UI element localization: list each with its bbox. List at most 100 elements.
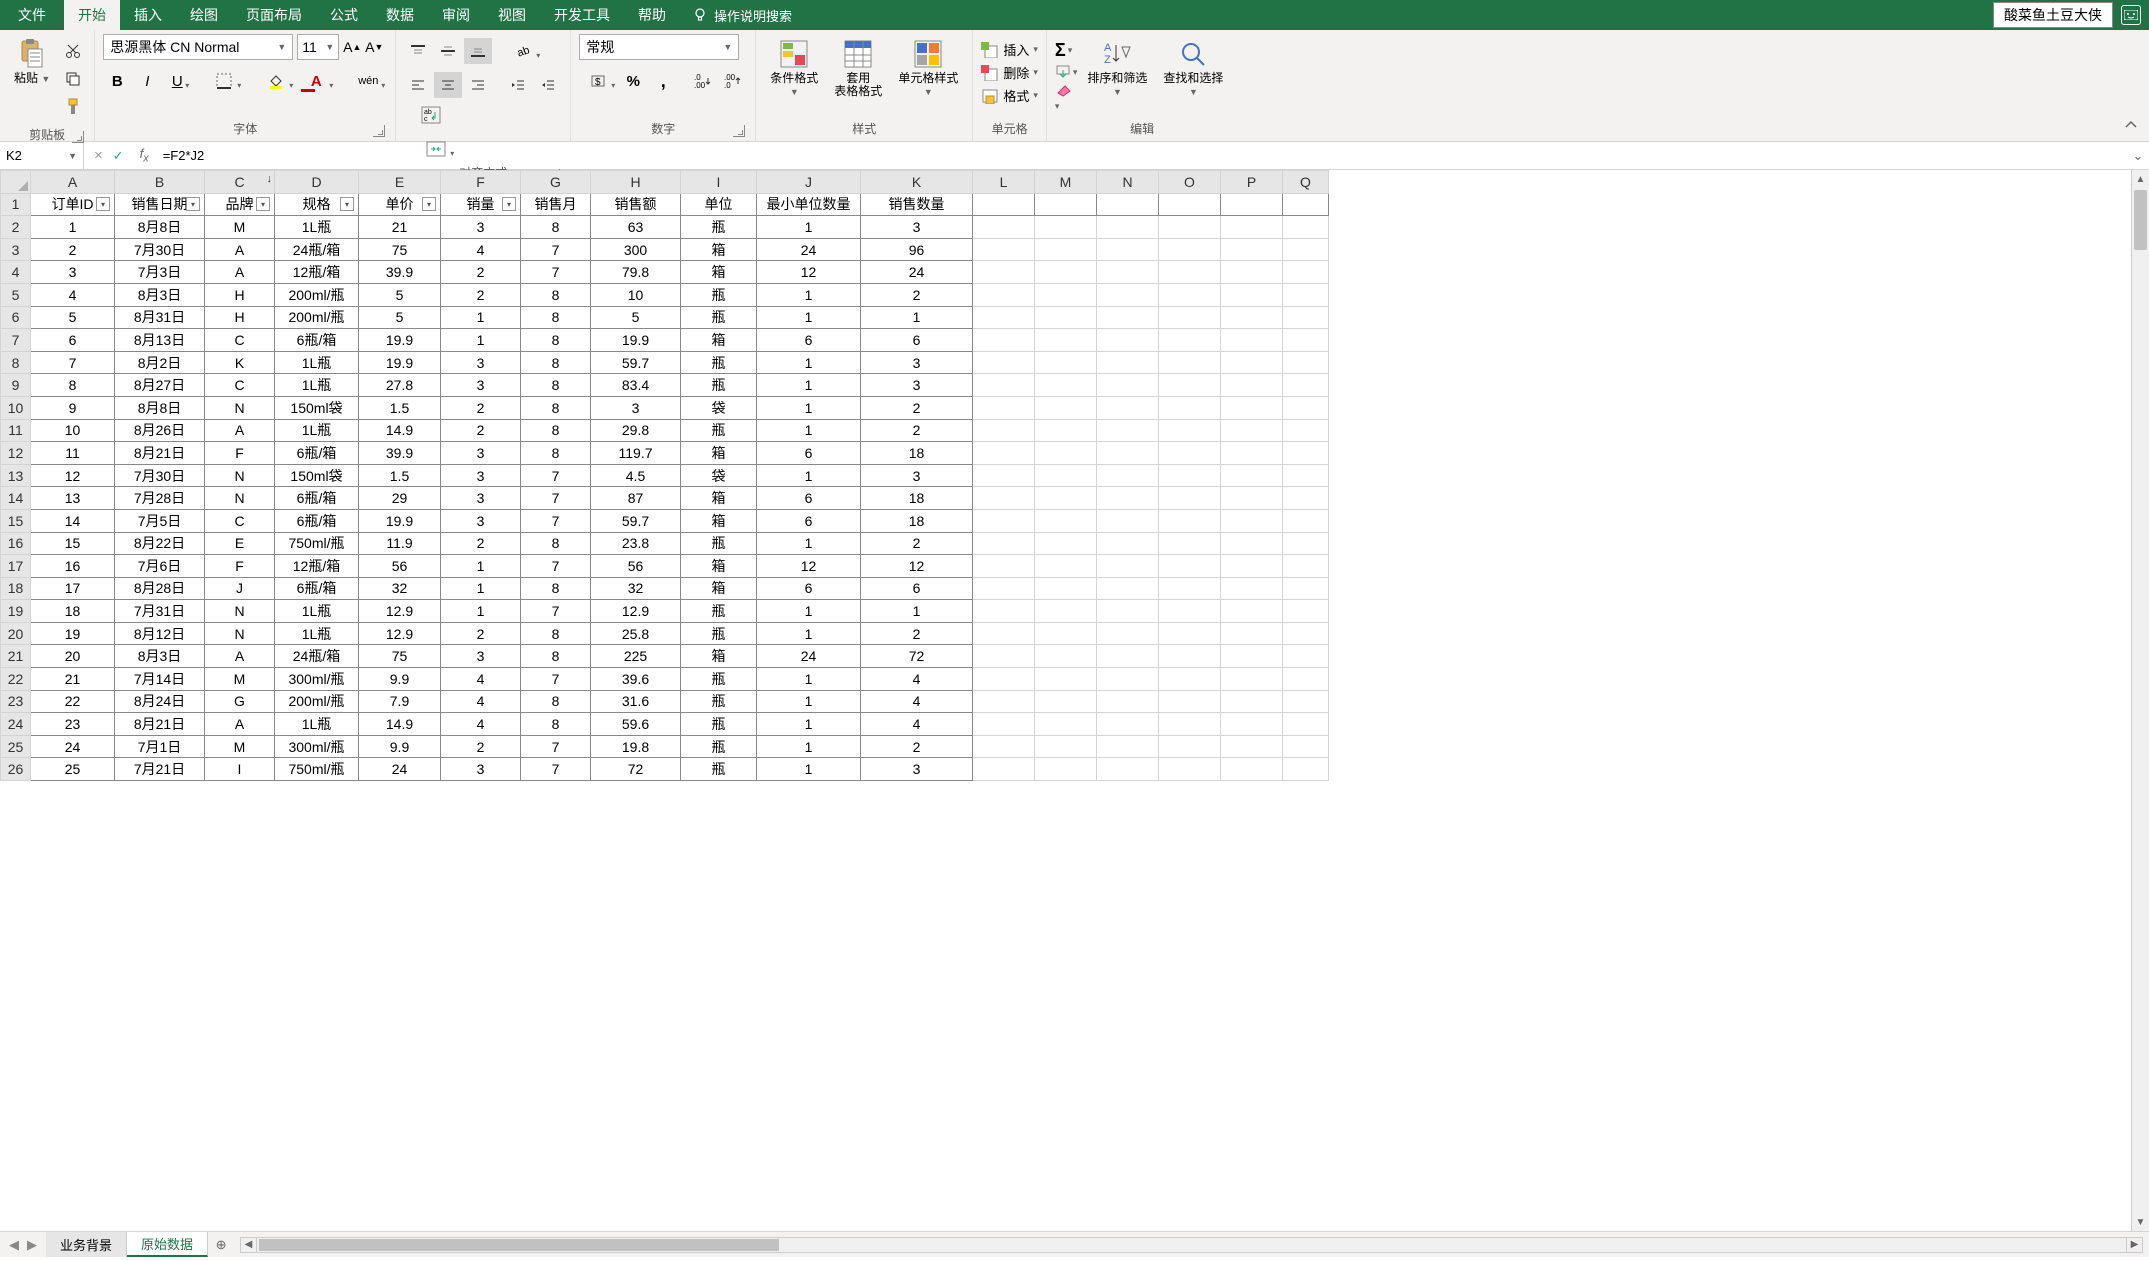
- cell[interactable]: 箱: [681, 509, 757, 532]
- cell[interactable]: 200ml/瓶: [275, 283, 359, 306]
- cell[interactable]: 4: [861, 690, 973, 713]
- cell[interactable]: 12.9: [359, 600, 441, 623]
- cell[interactable]: [1283, 329, 1329, 352]
- cell[interactable]: 16: [31, 555, 115, 578]
- cell[interactable]: 6: [757, 577, 861, 600]
- delete-cells-button[interactable]: 删除 ▾: [981, 63, 1038, 82]
- cell[interactable]: M: [205, 668, 275, 691]
- font-color-button[interactable]: A▾: [297, 68, 335, 94]
- cell[interactable]: [1221, 735, 1283, 758]
- cell[interactable]: 7月1日: [115, 735, 205, 758]
- sort-filter-button[interactable]: AZ 排序和筛选▼: [1081, 34, 1153, 102]
- cell[interactable]: [1159, 645, 1221, 668]
- cell[interactable]: 24: [861, 261, 973, 284]
- cell[interactable]: 750ml/瓶: [275, 532, 359, 555]
- row-header-19[interactable]: 19: [1, 600, 31, 623]
- cell[interactable]: [1221, 261, 1283, 284]
- cell[interactable]: 7: [521, 464, 591, 487]
- cell[interactable]: 7: [31, 351, 115, 374]
- cell[interactable]: [1097, 238, 1159, 261]
- cell[interactable]: 瓶: [681, 668, 757, 691]
- cell[interactable]: [1035, 419, 1097, 442]
- cell[interactable]: 19.9: [359, 509, 441, 532]
- row-header-6[interactable]: 6: [1, 306, 31, 329]
- cell[interactable]: [1097, 283, 1159, 306]
- cell[interactable]: [1159, 283, 1221, 306]
- cell[interactable]: 3: [441, 464, 521, 487]
- cell[interactable]: [1221, 690, 1283, 713]
- cell[interactable]: 7月28日: [115, 487, 205, 510]
- header-cell[interactable]: 最小单位数量: [757, 193, 861, 216]
- cell[interactable]: 8: [521, 690, 591, 713]
- col-header-E[interactable]: E: [359, 171, 441, 194]
- cell[interactable]: [1283, 396, 1329, 419]
- cell[interactable]: 8月27日: [115, 374, 205, 397]
- accounting-button[interactable]: $▾: [579, 68, 617, 94]
- cell[interactable]: [1159, 532, 1221, 555]
- cell[interactable]: [1221, 532, 1283, 555]
- cell[interactable]: 19.9: [359, 351, 441, 374]
- cell[interactable]: 225: [591, 645, 681, 668]
- row-header-20[interactable]: 20: [1, 622, 31, 645]
- cell[interactable]: [1283, 622, 1329, 645]
- cell[interactable]: 7: [521, 261, 591, 284]
- cell[interactable]: 8: [521, 713, 591, 736]
- cell[interactable]: 8月26日: [115, 419, 205, 442]
- cell[interactable]: E: [205, 532, 275, 555]
- cell[interactable]: [1159, 193, 1221, 216]
- cell[interactable]: 1: [31, 216, 115, 239]
- cell[interactable]: 200ml/瓶: [275, 690, 359, 713]
- cell[interactable]: 6瓶/箱: [275, 509, 359, 532]
- font-name-select[interactable]: 思源黑体 CN Normal▼: [103, 34, 293, 60]
- copy-button[interactable]: [62, 68, 84, 90]
- cell[interactable]: [1035, 216, 1097, 239]
- cell[interactable]: 8月28日: [115, 577, 205, 600]
- row-header-15[interactable]: 15: [1, 509, 31, 532]
- scroll-down-button[interactable]: ▼: [2132, 1213, 2149, 1231]
- cell[interactable]: 29: [359, 487, 441, 510]
- cell[interactable]: 瓶: [681, 532, 757, 555]
- cell[interactable]: N: [205, 487, 275, 510]
- cell[interactable]: 5: [31, 306, 115, 329]
- cell[interactable]: 11: [31, 442, 115, 465]
- cell[interactable]: [1097, 577, 1159, 600]
- cell[interactable]: 1: [757, 306, 861, 329]
- cell[interactable]: 2: [861, 396, 973, 419]
- decrease-decimal-button[interactable]: .00.0: [719, 68, 747, 94]
- cell[interactable]: 24: [757, 238, 861, 261]
- cell[interactable]: [1159, 351, 1221, 374]
- cell[interactable]: [1097, 193, 1159, 216]
- cell[interactable]: 袋: [681, 464, 757, 487]
- cell[interactable]: [1097, 351, 1159, 374]
- cell[interactable]: 8月21日: [115, 713, 205, 736]
- cell[interactable]: C: [205, 329, 275, 352]
- cell[interactable]: 21: [359, 216, 441, 239]
- col-header-N[interactable]: N: [1097, 171, 1159, 194]
- cell[interactable]: 9.9: [359, 735, 441, 758]
- paste-button[interactable]: 粘贴 ▼: [8, 34, 56, 89]
- cell[interactable]: [973, 577, 1035, 600]
- cell[interactable]: [1097, 487, 1159, 510]
- col-header-I[interactable]: I: [681, 171, 757, 194]
- row-header-26[interactable]: 26: [1, 758, 31, 781]
- cell[interactable]: [973, 464, 1035, 487]
- vertical-scrollbar[interactable]: ▲ ▼: [2131, 170, 2149, 1231]
- cell[interactable]: 8: [521, 442, 591, 465]
- cell[interactable]: 1: [757, 374, 861, 397]
- cell[interactable]: 2: [861, 283, 973, 306]
- cell[interactable]: 箱: [681, 555, 757, 578]
- cell[interactable]: 1L瓶: [275, 216, 359, 239]
- cell[interactable]: 9.9: [359, 668, 441, 691]
- cell[interactable]: 2: [441, 419, 521, 442]
- col-header-L[interactable]: L: [973, 171, 1035, 194]
- cell[interactable]: 6: [757, 487, 861, 510]
- clipboard-launcher[interactable]: [72, 131, 84, 143]
- cell[interactable]: 4: [441, 238, 521, 261]
- orientation-button[interactable]: ab▾: [504, 38, 542, 64]
- tab-draw[interactable]: 绘图: [176, 0, 232, 30]
- header-cell[interactable]: 销量▾: [441, 193, 521, 216]
- row-header-18[interactable]: 18: [1, 577, 31, 600]
- phonetic-button[interactable]: wén▾: [349, 68, 387, 94]
- underline-button[interactable]: U▾: [163, 68, 191, 94]
- cell[interactable]: 12: [757, 555, 861, 578]
